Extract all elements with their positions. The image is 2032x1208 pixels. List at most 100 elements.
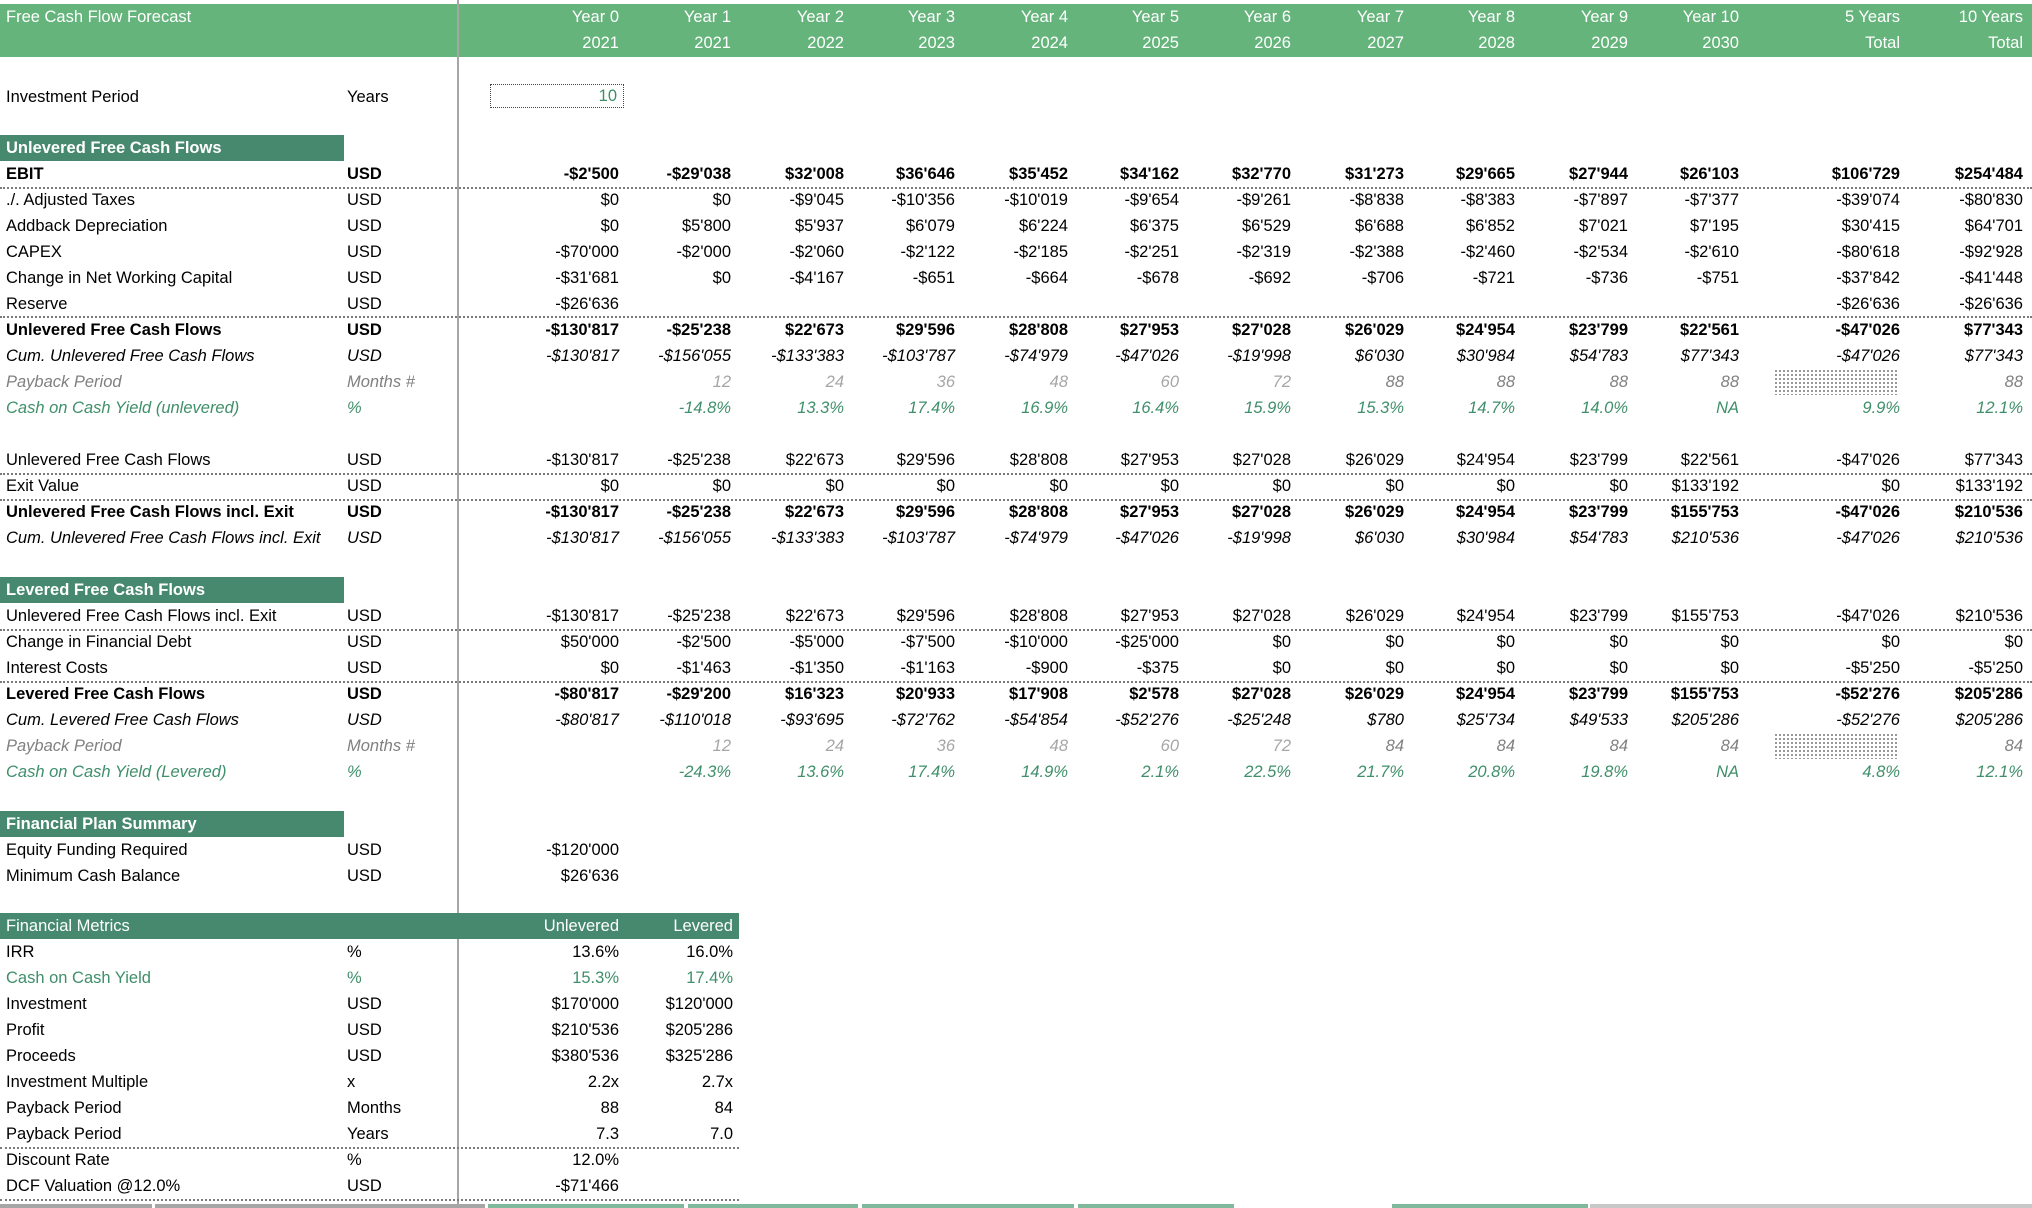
section-unlevered-title: Unlevered Free Cash Flows bbox=[0, 135, 344, 161]
section-summary-title: Financial Plan Summary bbox=[0, 811, 344, 837]
value-cell: $0 bbox=[1720, 633, 1739, 651]
value-cell: -$47'026 bbox=[1835, 321, 1900, 339]
value-cell: -$25'000 bbox=[1115, 633, 1179, 651]
investment-period-label: Investment Period bbox=[6, 88, 139, 106]
header-col-period: Year 1 bbox=[683, 8, 731, 26]
row-unit: % bbox=[347, 943, 362, 961]
value-cell bbox=[489, 759, 619, 785]
value-cell: -$2'500 bbox=[563, 165, 619, 183]
row-unit: USD bbox=[347, 243, 382, 261]
unlevered-row: Addback Depreciation USD $0 $5'800 $5'937 $6'… bbox=[0, 213, 2032, 239]
value-cell: $30'415 bbox=[1841, 217, 1900, 235]
value-cell: 17.4% bbox=[908, 763, 955, 781]
value-cell: $24'954 bbox=[1456, 685, 1515, 703]
value-cell: 12 bbox=[712, 737, 731, 755]
investment-period-input[interactable]: 10 bbox=[490, 84, 624, 108]
value-cell: $0 bbox=[712, 191, 731, 209]
header-col-year: 2023 bbox=[918, 34, 955, 52]
value-cell bbox=[1609, 291, 1739, 317]
value-cell bbox=[489, 395, 619, 421]
value-unlevered: 2.2x bbox=[587, 1073, 619, 1091]
next-row-strip bbox=[1078, 1204, 1234, 1208]
next-row-strip bbox=[688, 1204, 858, 1208]
value-levered: 2.7x bbox=[701, 1073, 733, 1091]
value-cell: $7'195 bbox=[1689, 217, 1739, 235]
value-unlevered: -$71'466 bbox=[555, 1177, 619, 1195]
row-unit: Months # bbox=[347, 737, 415, 755]
value-cell: $24'954 bbox=[1456, 503, 1515, 521]
value-cell: $77'343 bbox=[1680, 347, 1739, 365]
row-unit: USD bbox=[347, 867, 382, 885]
header-col-year: Total bbox=[1988, 34, 2023, 52]
value-cell: -$1'463 bbox=[676, 659, 731, 677]
row-unit: USD bbox=[347, 295, 382, 313]
row-label: Cum. Unlevered Free Cash Flows bbox=[6, 347, 255, 365]
value-cell: $0 bbox=[1272, 633, 1291, 651]
value-cell: -$130'817 bbox=[546, 451, 619, 469]
hatched-empty-cell bbox=[1774, 369, 1898, 395]
value-cell: $0 bbox=[1496, 477, 1515, 495]
value-cell: -$9'654 bbox=[1124, 191, 1179, 209]
row-label: Investment Multiple bbox=[6, 1073, 149, 1091]
value-cell: -$39'074 bbox=[1836, 191, 1900, 209]
value-cell: $0 bbox=[1881, 477, 1900, 495]
row-label: Cum. Unlevered Free Cash Flows incl. Exi… bbox=[6, 529, 321, 547]
value-cell: $26'636 bbox=[560, 867, 619, 885]
value-cell: $0 bbox=[1272, 477, 1291, 495]
value-cell: -$26'636 bbox=[1836, 295, 1900, 313]
value-cell bbox=[825, 291, 955, 317]
unlevered-exit-row: Unlevered Free Cash Flows incl. Exit USD -… bbox=[0, 499, 2032, 525]
value-cell: $77'343 bbox=[1964, 347, 2023, 365]
value-cell: -$130'817 bbox=[545, 321, 619, 339]
row-unit: x bbox=[347, 1073, 356, 1091]
row-label: Payback Period bbox=[6, 1125, 122, 1143]
value-cell: $22'561 bbox=[1680, 451, 1739, 469]
separator-line bbox=[0, 681, 2032, 683]
value-cell: $29'596 bbox=[896, 451, 955, 469]
row-unit: USD bbox=[347, 347, 382, 365]
value-cell: 88 bbox=[1496, 373, 1515, 391]
value-cell: -$25'238 bbox=[667, 451, 731, 469]
value-cell: $29'596 bbox=[896, 503, 955, 521]
value-cell: $22'561 bbox=[1680, 321, 1739, 339]
value-cell: 84 bbox=[1496, 737, 1515, 755]
value-cell: $20'933 bbox=[896, 685, 955, 703]
value-cell: -$70'000 bbox=[555, 243, 619, 261]
row-label: Payback Period bbox=[6, 737, 122, 755]
investment-period-unit: Years bbox=[347, 88, 389, 106]
value-cell: -$80'817 bbox=[554, 685, 619, 703]
row-label: ./. Adjusted Taxes bbox=[6, 191, 136, 209]
metrics-row: DCF Valuation @12.0% USD -$71'466 bbox=[0, 1173, 2032, 1199]
row-label: Equity Funding Required bbox=[6, 841, 188, 859]
value-cell: -$19'998 bbox=[1227, 347, 1291, 365]
value-cell: 84 bbox=[2004, 737, 2023, 755]
value-cell: -$2'000 bbox=[676, 243, 731, 261]
value-cell: NA bbox=[1716, 399, 1739, 417]
row-label: Proceeds bbox=[6, 1047, 76, 1065]
value-cell: $106'729 bbox=[1831, 165, 1900, 183]
header-col-period: Year 5 bbox=[1131, 8, 1179, 26]
value-cell: $210'536 bbox=[1954, 503, 2023, 521]
row-label: Profit bbox=[6, 1021, 45, 1039]
unlevered-exit-row: Cum. Unlevered Free Cash Flows incl. Exi… bbox=[0, 525, 2032, 551]
row-unit: USD bbox=[347, 217, 382, 235]
value-levered: $120'000 bbox=[665, 995, 733, 1013]
row-unit: USD bbox=[347, 477, 382, 495]
header-col-year: 2026 bbox=[1254, 34, 1291, 52]
metrics-row: Payback Period Years 7.3 7.0 bbox=[0, 1121, 2032, 1147]
value-cell: $32'770 bbox=[1232, 165, 1291, 183]
value-cell: $24'954 bbox=[1456, 321, 1515, 339]
value-unlevered: 13.6% bbox=[572, 943, 619, 961]
value-cell: -$110'018 bbox=[659, 711, 731, 729]
separator-line bbox=[0, 499, 2032, 501]
value-cell: $29'596 bbox=[896, 321, 955, 339]
value-cell: -$103'787 bbox=[882, 347, 955, 365]
value-cell: $0 bbox=[600, 477, 619, 495]
metrics-row: IRR% 13.6% 16.0% bbox=[0, 939, 2032, 965]
header-col-year: Total bbox=[1865, 34, 1900, 52]
row-label: Exit Value bbox=[6, 477, 80, 495]
value-cell: 88 bbox=[2004, 373, 2023, 391]
next-row-strip bbox=[862, 1204, 1074, 1208]
value-cell: $133'192 bbox=[1955, 477, 2023, 495]
row-unit: Months # bbox=[347, 373, 415, 391]
